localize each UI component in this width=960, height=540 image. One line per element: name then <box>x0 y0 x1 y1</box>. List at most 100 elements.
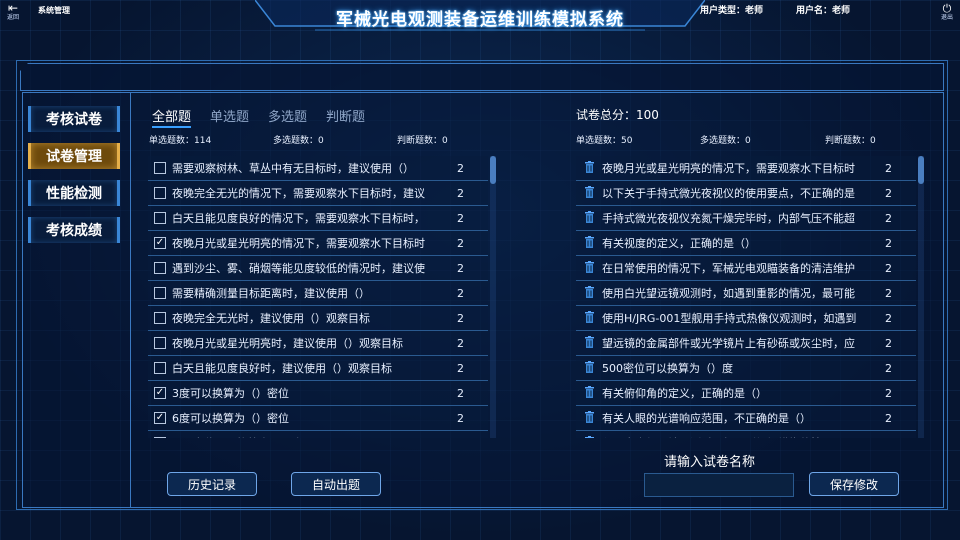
paper-question-row[interactable]: 500密位可以换算为（）度 2 <box>576 356 916 381</box>
bank-scroll-track[interactable] <box>490 156 496 438</box>
checkbox[interactable] <box>154 312 166 324</box>
paper-name-input[interactable] <box>644 473 794 497</box>
trash-icon[interactable] <box>584 335 596 351</box>
paper-question-row[interactable]: 使用白光望远镜观测时，如遇到重影的情况，最可能 2 <box>576 281 916 306</box>
tab-multi-choice[interactable]: 多选题 <box>268 106 307 125</box>
checkbox[interactable] <box>154 362 166 374</box>
nav-paper-management[interactable]: 试卷管理 <box>28 143 120 169</box>
trash-icon[interactable] <box>584 285 596 301</box>
bank-question-row[interactable]: 遇到沙尘、雾、硝烟等能见度较低的情况时，建议使 2 <box>148 256 488 281</box>
bank-question-row[interactable]: ✓ 6度可以换算为（）密位 2 <box>148 406 488 431</box>
paper-question-row[interactable]: 望远镜的金属部件或光学镜片上有砂砾或灰尘时，应 2 <box>576 331 916 356</box>
checkbox[interactable] <box>154 262 166 274</box>
bank-single-count: 单选题数：114 <box>149 136 212 146</box>
question-score: 2 <box>885 211 892 225</box>
history-button[interactable]: 历史记录 <box>167 472 257 496</box>
tab-single-choice[interactable]: 单选题 <box>210 106 249 125</box>
paper-question-row[interactable]: 在日常使用的情况下，军械光电观瞄装备的清洁维护 2 <box>576 256 916 281</box>
question-score: 2 <box>457 336 464 350</box>
question-text: 300密位可以换算为（）度 <box>172 435 442 438</box>
trash-icon[interactable] <box>584 310 596 326</box>
trash-icon[interactable] <box>584 185 596 201</box>
paper-question-row[interactable]: 夜晚月光或星光明亮的情况下，需要观察水下目标时 2 <box>576 156 916 181</box>
paper-question-row[interactable]: 有关俯仰角的定义，正确的是（） 2 <box>576 381 916 406</box>
question-score: 2 <box>885 361 892 375</box>
auto-generate-button[interactable]: 自动出题 <box>291 472 381 496</box>
trash-icon[interactable] <box>584 235 596 251</box>
paper-question-row[interactable]: 手持式微光夜视仪充氮干燥完毕时，内部气压不能超 2 <box>576 206 916 231</box>
question-text: 手持式微光夜视仪充氮干燥完毕时，内部气压不能超 <box>602 212 855 225</box>
trash-icon[interactable] <box>584 210 596 226</box>
checkbox[interactable] <box>154 162 166 174</box>
bank-question-row[interactable]: 需要精确测量目标距离时，建议使用（） 2 <box>148 281 488 306</box>
question-text: 遇到沙尘、雾、硝烟等能见度较低的情况时，建议使 <box>172 262 425 275</box>
checked-checkbox[interactable]: ✓ <box>154 387 166 399</box>
question-score: 2 <box>457 311 464 325</box>
nav-exam-papers[interactable]: 考核试卷 <box>28 106 120 132</box>
paper-scrollbar-thumb[interactable] <box>918 156 924 184</box>
bank-scrollbar-thumb[interactable] <box>490 156 496 184</box>
back-label: 返回 <box>6 14 19 21</box>
question-score: 2 <box>885 161 892 175</box>
nav-performance-test[interactable]: 性能检测 <box>28 180 120 206</box>
bank-question-row[interactable]: 夜晚完全无光时，建议使用（）观察目标 2 <box>148 306 488 331</box>
checked-checkbox[interactable]: ✓ <box>154 412 166 424</box>
trash-icon[interactable] <box>584 385 596 401</box>
question-text: 白天且能见度良好的情况下，需要观察水下目标时， <box>172 212 425 225</box>
question-text: 需要精确测量目标距离时，建议使用（） <box>172 287 370 300</box>
trash-icon[interactable] <box>584 360 596 376</box>
checkbox[interactable] <box>154 437 166 438</box>
save-changes-button[interactable]: 保存修改 <box>809 472 899 496</box>
logout-label: 退出 <box>940 14 953 21</box>
paper-question-row[interactable]: 有关视度的定义，正确的是（） 2 <box>576 231 916 256</box>
question-score: 2 <box>457 386 464 400</box>
bank-question-row[interactable]: 白天且能见度良好时，建议使用（）观察目标 2 <box>148 356 488 381</box>
paper-scroll-track[interactable] <box>918 156 924 438</box>
bank-multi-count: 多选题数：0 <box>273 136 324 146</box>
paper-question-row[interactable]: 有关人眼的光谱响应范围，不正确的是（） 2 <box>576 406 916 431</box>
checkbox[interactable] <box>154 287 166 299</box>
back-button[interactable]: ⇤ 返回 <box>4 1 22 22</box>
logout-button[interactable]: ⏻ 退出 <box>938 3 956 22</box>
bank-question-row[interactable]: 300密位可以换算为（）度2 <box>148 431 488 438</box>
paper-judge-count: 判断题数：0 <box>825 136 876 146</box>
tab-judgment[interactable]: 判断题 <box>326 106 365 125</box>
question-score: 2 <box>457 286 464 300</box>
question-score: 2 <box>885 286 892 300</box>
paper-question-row[interactable]: 使用H/JRG-001型舰用手持式热像仪观测时，如遇到 2 <box>576 306 916 331</box>
user-type-label: 用户类型：老师 <box>700 6 764 16</box>
question-text: 使用白光望远镜观测时，如遇到重影的情况，最可能 <box>602 287 855 300</box>
checkbox[interactable] <box>154 337 166 349</box>
checked-checkbox[interactable]: ✓ <box>154 237 166 249</box>
paper-question-row[interactable]: 以下关于手持式微光夜视仪的使用要点，不正确的是 2 <box>576 181 916 206</box>
paper-question-list[interactable]: 夜晚月光或星光明亮的情况下，需要观察水下目标时 2 以下关于手持式微光夜视仪的使用要… <box>576 156 916 438</box>
trash-icon[interactable] <box>584 160 596 176</box>
power-icon: ⏻ <box>942 2 952 15</box>
question-score: 2 <box>457 411 464 425</box>
nav-divider <box>130 92 131 508</box>
checkbox[interactable] <box>154 212 166 224</box>
trash-icon[interactable] <box>584 410 596 426</box>
question-text: 白天且能见度良好时，建议使用（）观察目标 <box>172 362 392 375</box>
nav-exam-scores[interactable]: 考核成绩 <box>28 217 120 243</box>
bank-question-row[interactable]: ✓ 3度可以换算为（）密位 2 <box>148 381 488 406</box>
bank-question-row[interactable]: 需要观察树林、草丛中有无目标时，建议使用（） 2 <box>148 156 488 181</box>
trash-icon[interactable] <box>584 435 596 438</box>
question-text: 在日常使用的情况下，军械光电观瞄装备的清洁维护 <box>602 262 855 275</box>
question-text: 使用H/JRG-001型舰用手持式热像仪观测时，如遇到 <box>602 312 857 325</box>
question-score: 2 <box>885 311 892 325</box>
bank-question-row[interactable]: 夜晚完全无光的情况下，需要观察水下目标时，建议 2 <box>148 181 488 206</box>
trash-icon[interactable] <box>584 260 596 276</box>
bank-question-row[interactable]: ✓ 夜晚月光或星光明亮的情况下，需要观察水下目标时 2 <box>148 231 488 256</box>
paper-question-row[interactable]: 使用白光望远镜观测时，如遇到视场模糊的情况，最2 <box>576 431 916 438</box>
page-title: 军械光电观测装备运维训练模拟系统 <box>336 10 624 30</box>
question-score: 2 <box>885 186 892 200</box>
checkbox[interactable] <box>154 187 166 199</box>
back-arrow-icon: ⇤ <box>7 1 19 15</box>
system-management-label: 系统管理 <box>38 6 70 15</box>
bank-question-row[interactable]: 白天且能见度良好的情况下，需要观察水下目标时， 2 <box>148 206 488 231</box>
tab-all[interactable]: 全部题 <box>152 106 192 128</box>
paper-total-score: 试卷总分：100 <box>576 108 659 122</box>
bank-question-row[interactable]: 夜晚月光或星光明亮时，建议使用（）观察目标 2 <box>148 331 488 356</box>
question-bank-list[interactable]: 需要观察树林、草丛中有无目标时，建议使用（） 2 夜晚完全无光的情况下，需要观察水下… <box>148 156 488 438</box>
